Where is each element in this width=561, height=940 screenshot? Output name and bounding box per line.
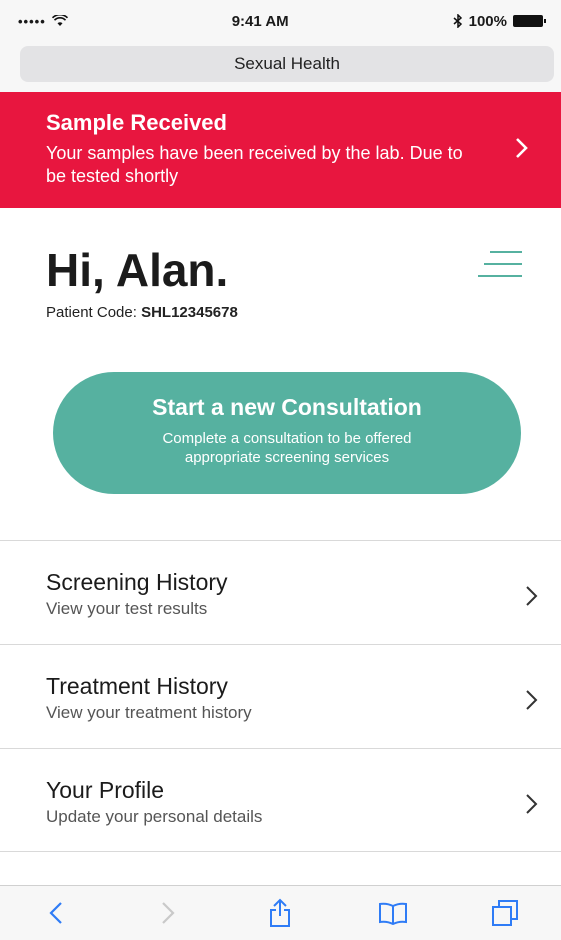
list-item-subtitle: Update your personal details <box>46 807 263 826</box>
chevron-right-icon <box>526 794 538 814</box>
bookmarks-button[interactable] <box>373 895 413 931</box>
share-button[interactable] <box>260 895 300 931</box>
menu-icon[interactable] <box>476 250 524 278</box>
bluetooth-icon <box>453 14 462 28</box>
status-time: 9:41 AM <box>231 12 289 30</box>
sample-received-banner[interactable]: Sample Received Your samples have been r… <box>0 92 561 208</box>
status-bar: ••••• 9:41 AM 100% <box>0 0 561 42</box>
list-item-title: Your Profile <box>46 777 165 803</box>
bookmarks-icon <box>378 902 407 925</box>
page-title: Hi, Alan. <box>46 244 229 296</box>
cta-subtitle: Complete a consultation to be offered ap… <box>162 430 412 466</box>
forward-button[interactable] <box>148 895 188 931</box>
address-bar-title: Sexual Health <box>234 54 340 73</box>
list-item-treatment-history[interactable]: Treatment History View your treatment hi… <box>0 644 561 748</box>
tabs-button[interactable] <box>485 895 525 931</box>
patient-code-value: SHL12345678 <box>141 304 238 321</box>
chevron-right-icon <box>526 586 538 606</box>
list-item-your-profile[interactable]: Your Profile Update your personal detail… <box>0 748 561 852</box>
back-button[interactable] <box>36 895 76 931</box>
status-right: 100% <box>453 12 546 30</box>
patient-code-label: Patient Code: <box>46 304 137 321</box>
list-item-title: Screening History <box>46 569 228 595</box>
cta-title: Start a new Consultation <box>152 394 422 420</box>
list-item-screening-history[interactable]: Screening History View your test results <box>0 540 561 644</box>
banner-text: Your samples have been received by the l… <box>46 143 463 186</box>
browser-toolbar <box>0 885 561 940</box>
browser-address-area: Sexual Health <box>0 42 561 92</box>
start-consultation-button[interactable]: Start a new Consultation Complete a cons… <box>53 372 521 494</box>
wifi-icon <box>51 15 68 26</box>
patient-code: Patient Code: SHL12345678 <box>46 304 238 321</box>
banner-title: Sample Received <box>46 110 227 135</box>
share-icon <box>270 898 291 927</box>
chevron-right-icon <box>526 690 538 710</box>
forward-icon <box>162 902 175 924</box>
chevron-right-icon <box>516 138 528 158</box>
list-item-subtitle: View your test results <box>46 599 208 618</box>
back-icon <box>49 902 62 924</box>
battery-icon <box>512 15 546 27</box>
list-item-subtitle: View your treatment history <box>46 703 252 722</box>
list-item-title: Treatment History <box>46 673 228 699</box>
battery-percent: 100% <box>468 12 507 30</box>
menu-list: Screening History View your test results… <box>0 540 561 852</box>
signal-strength: ••••• <box>18 13 46 29</box>
address-bar[interactable]: Sexual Health <box>20 46 554 82</box>
status-left: ••••• <box>18 14 68 29</box>
tabs-icon <box>491 900 518 926</box>
